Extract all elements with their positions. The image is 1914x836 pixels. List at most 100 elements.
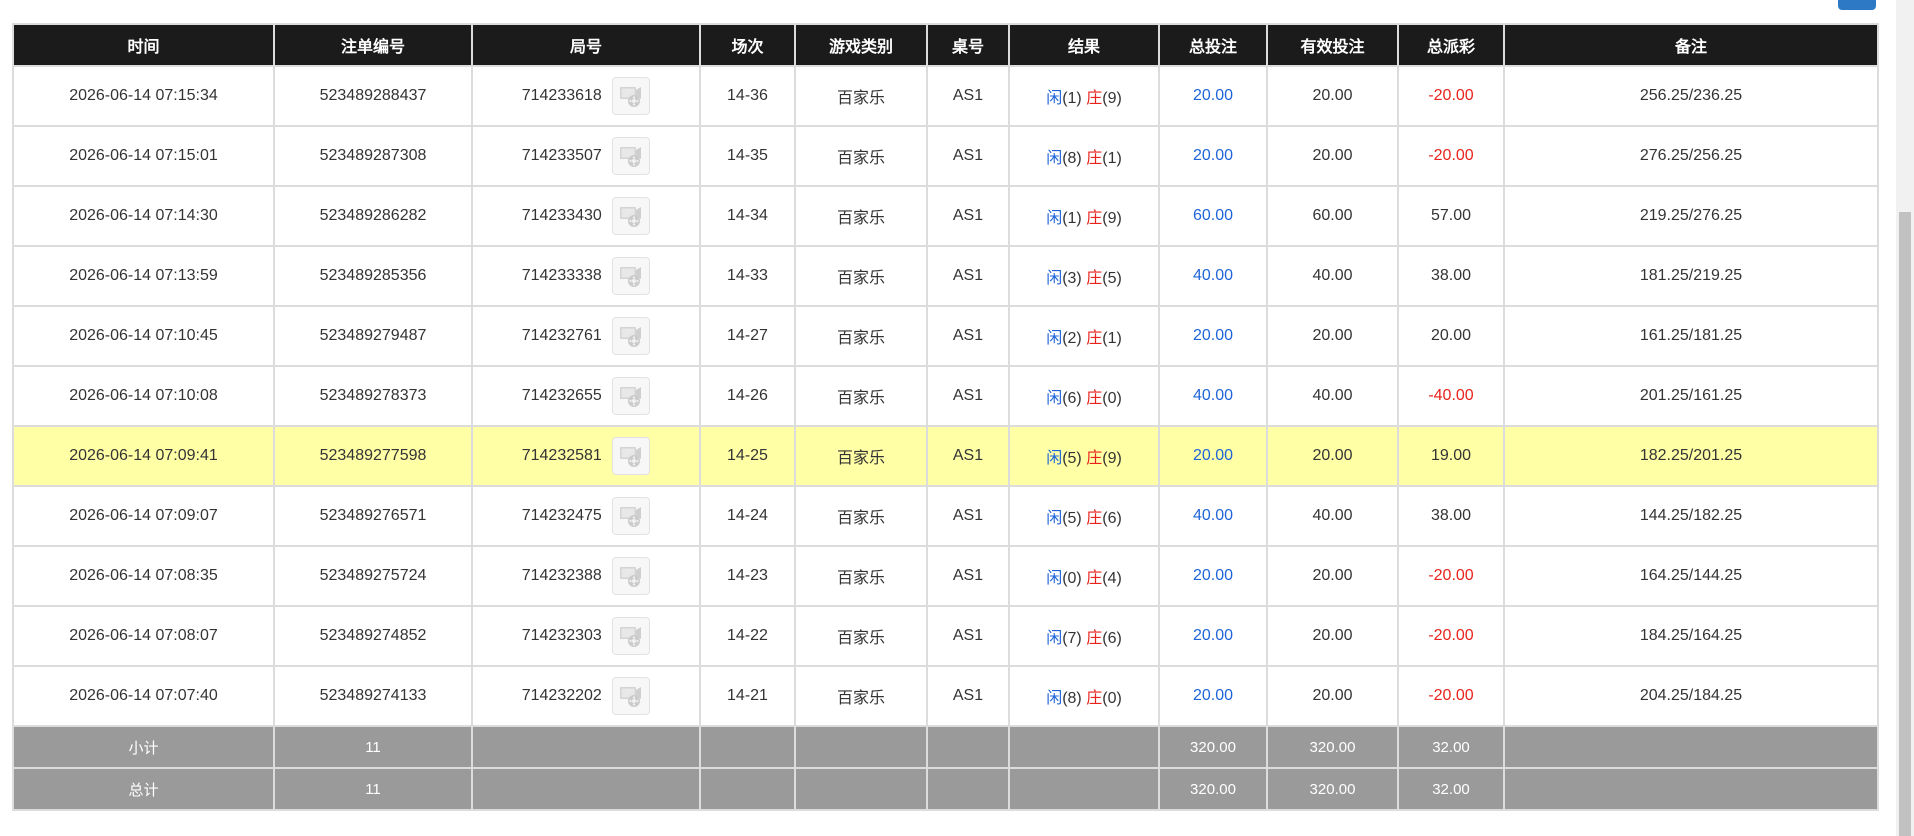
table-row[interactable]: 2026-06-14 07:10:08 523489278373 7142326… bbox=[12, 365, 1879, 427]
cell-note: 276.25/256.25 bbox=[1503, 125, 1879, 187]
round-id-text: 714233618 bbox=[521, 87, 602, 104]
cell-result: 闲(2) 庄(1) bbox=[1008, 305, 1160, 367]
subtotal-valid-bet: 320.00 bbox=[1266, 725, 1399, 769]
table-row[interactable]: 2026-06-14 07:09:07 523489276571 7142324… bbox=[12, 485, 1879, 547]
video-replay-icon[interactable] bbox=[612, 617, 651, 655]
cell-round-id: 714232655 bbox=[471, 365, 701, 427]
cell-total-bet: 20.00 bbox=[1158, 605, 1268, 667]
grand-total-empty-cell bbox=[699, 767, 796, 811]
video-replay-icon[interactable] bbox=[612, 557, 651, 595]
table-row[interactable]: 2026-06-14 07:10:45 523489279487 7142327… bbox=[12, 305, 1879, 367]
cell-table-no: AS1 bbox=[926, 485, 1010, 547]
grand-total-empty-cell bbox=[794, 767, 928, 811]
bet-records-table-container: 时间 注单编号 局号 场次 游戏类别 桌号 结果 总投注 有效投注 总派彩 备注… bbox=[12, 23, 1879, 811]
cell-game-type: 百家乐 bbox=[794, 665, 928, 727]
cell-total-bet: 40.00 bbox=[1158, 485, 1268, 547]
result-banker-label: 庄 bbox=[1086, 330, 1103, 347]
column-header-note[interactable]: 备注 bbox=[1503, 23, 1879, 67]
cell-table-no: AS1 bbox=[926, 305, 1010, 367]
video-replay-icon[interactable] bbox=[612, 257, 651, 295]
result-player-label: 闲 bbox=[1046, 210, 1063, 227]
column-header-round-id[interactable]: 局号 bbox=[471, 23, 701, 67]
result-banker-score: (6) bbox=[1102, 630, 1122, 647]
cell-total-bet: 40.00 bbox=[1158, 365, 1268, 427]
subtotal-total-bet: 320.00 bbox=[1158, 725, 1268, 769]
result-banker-score: (0) bbox=[1102, 690, 1122, 707]
top-right-button[interactable] bbox=[1838, 0, 1876, 10]
result-player-label: 闲 bbox=[1046, 150, 1063, 167]
column-header-bet-id[interactable]: 注单编号 bbox=[273, 23, 473, 67]
cell-table-no: AS1 bbox=[926, 245, 1010, 307]
cell-note: 182.25/201.25 bbox=[1503, 425, 1879, 487]
round-id-text: 714232761 bbox=[521, 327, 602, 344]
cell-game-type: 百家乐 bbox=[794, 245, 928, 307]
table-row[interactable]: 2026-06-14 07:08:35 523489275724 7142323… bbox=[12, 545, 1879, 607]
subtotal-count: 11 bbox=[273, 725, 473, 769]
table-row[interactable]: 2026-06-14 07:15:01 523489287308 7142335… bbox=[12, 125, 1879, 187]
column-header-session[interactable]: 场次 bbox=[699, 23, 796, 67]
result-banker-label: 庄 bbox=[1086, 150, 1103, 167]
result-banker-label: 庄 bbox=[1086, 450, 1103, 467]
subtotal-empty-cell bbox=[1503, 725, 1879, 769]
video-replay-icon[interactable] bbox=[612, 677, 651, 715]
column-header-result[interactable]: 结果 bbox=[1008, 23, 1160, 67]
cell-time: 2026-06-14 07:14:30 bbox=[12, 185, 275, 247]
cell-valid-bet: 20.00 bbox=[1266, 425, 1399, 487]
table-row[interactable]: 2026-06-14 07:13:59 523489285356 7142333… bbox=[12, 245, 1879, 307]
cell-valid-bet: 40.00 bbox=[1266, 365, 1399, 427]
column-header-game-type[interactable]: 游戏类别 bbox=[794, 23, 928, 67]
cell-time: 2026-06-14 07:08:07 bbox=[12, 605, 275, 667]
video-replay-icon[interactable] bbox=[612, 77, 651, 115]
table-row[interactable]: 2026-06-14 07:07:40 523489274133 7142322… bbox=[12, 665, 1879, 727]
cell-session: 14-26 bbox=[699, 365, 796, 427]
cell-result: 闲(1) 庄(9) bbox=[1008, 65, 1160, 127]
column-header-time[interactable]: 时间 bbox=[12, 23, 275, 67]
result-player-label: 闲 bbox=[1046, 630, 1063, 647]
table-row[interactable]: 2026-06-14 07:09:41 523489277598 7142325… bbox=[12, 425, 1879, 487]
cell-result: 闲(8) 庄(0) bbox=[1008, 665, 1160, 727]
subtotal-empty-cell bbox=[1008, 725, 1160, 769]
cell-total-bet: 20.00 bbox=[1158, 665, 1268, 727]
grand-total-empty-cell bbox=[471, 767, 701, 811]
cell-bet-id: 523489285356 bbox=[273, 245, 473, 307]
cell-note: 164.25/144.25 bbox=[1503, 545, 1879, 607]
vertical-scrollbar[interactable] bbox=[1896, 0, 1914, 836]
subtotal-empty-cell bbox=[471, 725, 701, 769]
table-row[interactable]: 2026-06-14 07:08:07 523489274852 7142323… bbox=[12, 605, 1879, 667]
scrollbar-thumb[interactable] bbox=[1899, 212, 1911, 836]
cell-table-no: AS1 bbox=[926, 125, 1010, 187]
grand-total-payout: 32.00 bbox=[1397, 767, 1505, 811]
cell-time: 2026-06-14 07:09:07 bbox=[12, 485, 275, 547]
cell-game-type: 百家乐 bbox=[794, 125, 928, 187]
video-replay-icon[interactable] bbox=[612, 377, 651, 415]
video-replay-icon[interactable] bbox=[612, 137, 651, 175]
cell-round-id: 714232388 bbox=[471, 545, 701, 607]
subtotal-empty-cell bbox=[699, 725, 796, 769]
cell-result: 闲(8) 庄(1) bbox=[1008, 125, 1160, 187]
column-header-valid-bet[interactable]: 有效投注 bbox=[1266, 23, 1399, 67]
video-replay-icon[interactable] bbox=[612, 197, 651, 235]
round-id-text: 714233338 bbox=[521, 267, 602, 284]
column-header-table-no[interactable]: 桌号 bbox=[926, 23, 1010, 67]
table-row[interactable]: 2026-06-14 07:14:30 523489286282 7142334… bbox=[12, 185, 1879, 247]
result-player-label: 闲 bbox=[1046, 390, 1063, 407]
grand-total-count: 11 bbox=[273, 767, 473, 811]
video-replay-icon[interactable] bbox=[612, 437, 651, 475]
cell-table-no: AS1 bbox=[926, 65, 1010, 127]
video-replay-icon[interactable] bbox=[612, 317, 651, 355]
cell-game-type: 百家乐 bbox=[794, 425, 928, 487]
column-header-payout[interactable]: 总派彩 bbox=[1397, 23, 1505, 67]
cell-total-bet: 20.00 bbox=[1158, 125, 1268, 187]
cell-result: 闲(1) 庄(9) bbox=[1008, 185, 1160, 247]
result-player-score: (1) bbox=[1062, 90, 1082, 107]
cell-bet-id: 523489274852 bbox=[273, 605, 473, 667]
column-header-total-bet[interactable]: 总投注 bbox=[1158, 23, 1268, 67]
video-replay-icon[interactable] bbox=[612, 497, 651, 535]
result-banker-label: 庄 bbox=[1086, 270, 1103, 287]
result-player-score: (0) bbox=[1062, 570, 1082, 587]
cell-note: 144.25/182.25 bbox=[1503, 485, 1879, 547]
grand-total-valid-bet: 320.00 bbox=[1266, 767, 1399, 811]
table-row[interactable]: 2026-06-14 07:15:34 523489288437 7142336… bbox=[12, 65, 1879, 127]
cell-game-type: 百家乐 bbox=[794, 65, 928, 127]
cell-game-type: 百家乐 bbox=[794, 365, 928, 427]
